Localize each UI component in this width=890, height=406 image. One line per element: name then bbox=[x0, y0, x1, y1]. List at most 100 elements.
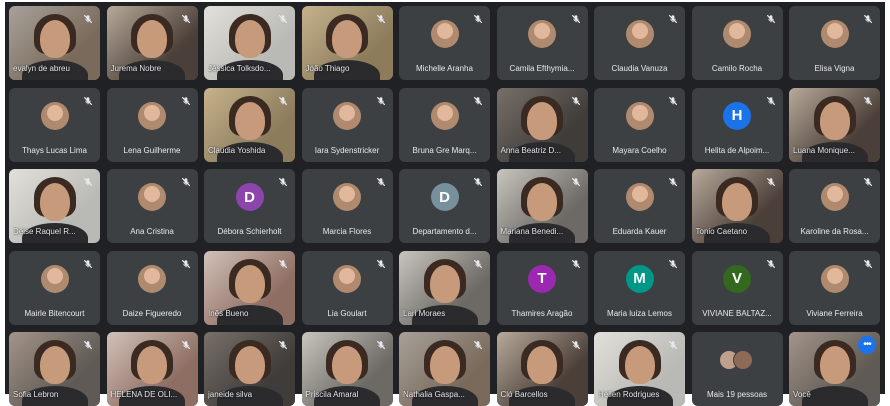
participant-tile[interactable]: Michelle Aranha bbox=[399, 6, 490, 80]
participant-tile[interactable]: Daize Figueredo bbox=[106, 250, 198, 325]
participant-name: evalyn de abreu bbox=[13, 64, 70, 73]
participant-tile[interactable]: Jéssica Tolksdo... bbox=[204, 6, 295, 80]
participant-tile[interactable]: Ana Cristina bbox=[106, 169, 198, 243]
participant-tile[interactable]: Elisa Vigna bbox=[789, 6, 880, 80]
participant-tile[interactable]: João Thiago bbox=[301, 6, 393, 80]
participant-tile[interactable]: Mariana Benedi... bbox=[496, 169, 588, 243]
participant-tile[interactable]: Karoline da Rosa... bbox=[789, 169, 880, 243]
participant-tile[interactable]: Deise Raquel R... bbox=[9, 169, 100, 243]
participant-face bbox=[39, 183, 70, 221]
participant-tile[interactable]: Bruna Gre Marq... bbox=[399, 87, 490, 162]
self-tile[interactable]: ••• Você bbox=[789, 332, 880, 406]
participant-tile[interactable]: D Débora Schierholt bbox=[204, 169, 295, 243]
participant-face bbox=[234, 101, 265, 140]
participant-tile[interactable]: Thays Lucas Lima bbox=[9, 87, 100, 162]
participant-tile[interactable]: Jurema Nobre bbox=[106, 6, 198, 80]
mic-off-icon bbox=[766, 174, 776, 186]
participant-tile[interactable]: Lena Guilherme bbox=[106, 87, 198, 162]
mic-off-icon bbox=[863, 11, 873, 23]
mic-off-icon bbox=[278, 256, 288, 268]
participant-name: Hellen Rodrigues bbox=[598, 390, 660, 399]
participant-name: Daize Figueredo bbox=[122, 308, 182, 318]
mic-off-icon bbox=[473, 256, 483, 268]
participant-tile[interactable]: Cló Barcellos bbox=[496, 332, 588, 406]
participant-tile[interactable]: Claudia Vanuza bbox=[594, 6, 685, 80]
avatar bbox=[333, 101, 361, 130]
mic-off-icon bbox=[668, 337, 678, 349]
mic-off-icon bbox=[863, 93, 873, 105]
participant-tile[interactable]: Mairle Bitencourt bbox=[9, 250, 100, 325]
participant-name: Lia Goulart bbox=[327, 308, 367, 318]
participant-name: Mairle Bitencourt bbox=[24, 308, 85, 318]
participant-face bbox=[819, 346, 850, 384]
mic-off-icon bbox=[473, 11, 483, 23]
mic-off-icon bbox=[571, 11, 581, 23]
participant-face bbox=[819, 101, 850, 140]
participant-tile[interactable]: Nathalia Gaspa... bbox=[399, 332, 490, 406]
mic-off-icon bbox=[83, 93, 93, 105]
participant-tile[interactable]: Sofia Lebron bbox=[9, 332, 100, 406]
participant-name: Mariana Benedi... bbox=[500, 227, 564, 236]
participant-name: Departamento d... bbox=[412, 227, 477, 236]
participant-tile[interactable]: Claudia Yoshida bbox=[204, 87, 295, 162]
participant-tile[interactable]: Camila Efthymia... bbox=[496, 6, 588, 80]
participant-tile[interactable]: Priscila Amaral bbox=[301, 332, 393, 406]
mic-off-icon bbox=[863, 256, 873, 268]
participant-face bbox=[332, 20, 362, 58]
participant-name: Mais 19 pessoas bbox=[706, 390, 768, 399]
mic-off-icon bbox=[278, 93, 288, 105]
avatar bbox=[820, 183, 849, 211]
participant-tile[interactable]: Lari Moraes bbox=[399, 250, 490, 325]
participant-name: Ana Cristina bbox=[130, 227, 174, 236]
more-participants-tile[interactable]: Mais 19 pessoas bbox=[691, 332, 783, 406]
participant-tile[interactable]: Tonio Caetano bbox=[691, 169, 783, 243]
participant-name: Luana Monique... bbox=[793, 145, 855, 155]
participant-face bbox=[527, 346, 557, 384]
avatar bbox=[820, 20, 849, 48]
participant-tile[interactable]: Eduarda Kauer bbox=[594, 169, 685, 243]
participant-tile[interactable]: Lia Goulart bbox=[301, 250, 393, 325]
participant-tile[interactable]: evalyn de abreu bbox=[9, 6, 100, 80]
mic-off-icon bbox=[181, 11, 191, 23]
mic-off-icon bbox=[181, 337, 191, 349]
participant-tile[interactable]: M Maria luiza Lemos bbox=[594, 250, 685, 325]
participant-face bbox=[234, 346, 265, 384]
avatar bbox=[138, 101, 166, 130]
avatar bbox=[430, 101, 459, 130]
participant-name: janeide silva bbox=[208, 390, 253, 399]
avatar bbox=[138, 264, 166, 293]
avatar bbox=[40, 264, 69, 293]
mic-off-icon bbox=[83, 11, 93, 23]
participant-face bbox=[137, 20, 167, 58]
participant-name: Iara Sydenstricker bbox=[314, 145, 380, 155]
participant-tile[interactable]: Viviane Ferreira bbox=[789, 250, 880, 325]
participant-face bbox=[527, 101, 557, 140]
participant-tile[interactable]: T Thamires Aragão bbox=[496, 250, 588, 325]
avatar bbox=[625, 20, 654, 48]
avatar bbox=[625, 183, 654, 211]
mic-off-icon bbox=[278, 337, 288, 349]
participant-tile[interactable]: D Departamento d... bbox=[399, 169, 490, 243]
more-options-icon[interactable]: ••• bbox=[858, 336, 876, 354]
participant-tile[interactable]: V VIVIANE BALTAZ... bbox=[691, 250, 783, 325]
participant-tile[interactable]: Iara Sydenstricker bbox=[301, 87, 393, 162]
participant-tile[interactable]: Mayara Coelho bbox=[594, 87, 685, 162]
participant-tile[interactable]: Hellen Rodrigues bbox=[594, 332, 685, 406]
participant-tile[interactable]: Inês Bueno bbox=[204, 250, 295, 325]
avatar bbox=[820, 264, 849, 293]
participant-name: Karoline da Rosa... bbox=[800, 227, 869, 236]
participant-face bbox=[429, 264, 460, 303]
participant-name: Michelle Aranha bbox=[416, 64, 473, 73]
participant-tile[interactable]: Camilo Rocha bbox=[691, 6, 783, 80]
participant-name: Lari Moraes bbox=[403, 308, 446, 318]
participant-tile[interactable]: janeide silva bbox=[204, 332, 295, 406]
participant-tile[interactable]: Anna Beatriz D... bbox=[496, 87, 588, 162]
participant-face bbox=[624, 346, 655, 384]
avatar bbox=[625, 101, 654, 130]
participant-tile[interactable]: HELENA DE OLI... bbox=[106, 332, 198, 406]
participant-tile[interactable]: Marcia Flores bbox=[301, 169, 393, 243]
mic-off-icon bbox=[668, 93, 678, 105]
participant-tile[interactable]: H Helita de Alpoim... bbox=[691, 87, 783, 162]
participant-tile[interactable]: Luana Monique... bbox=[789, 87, 880, 162]
participant-face bbox=[39, 346, 70, 384]
